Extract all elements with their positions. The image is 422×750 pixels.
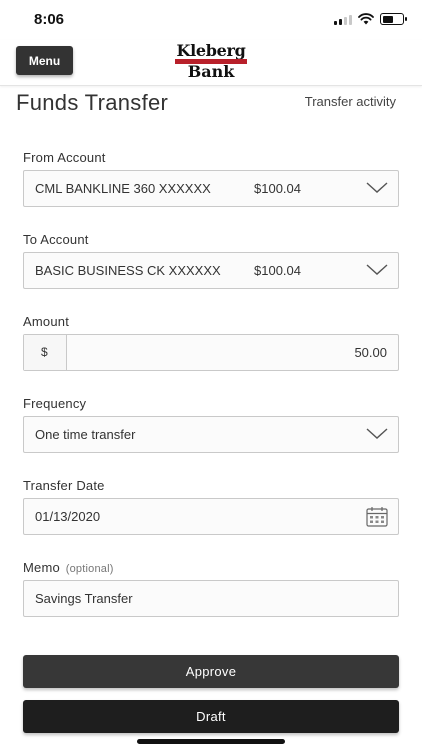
currency-symbol: $ xyxy=(41,345,48,359)
currency-addon: $ xyxy=(24,335,67,370)
memo-label: Memo (optional) xyxy=(23,560,114,575)
chevron-down-icon xyxy=(366,182,388,193)
draft-button[interactable]: Draft xyxy=(23,700,399,733)
from-account-label: From Account xyxy=(23,150,106,165)
wifi-icon xyxy=(358,13,374,25)
from-account-select[interactable]: CML BANKLINE 360 XXXXXX $100.04 xyxy=(23,170,399,207)
frequency-select[interactable]: One time transfer xyxy=(23,416,399,453)
to-account-label: To Account xyxy=(23,232,89,247)
transfer-date-value: 01/13/2020 xyxy=(35,509,101,524)
frequency-value: One time transfer xyxy=(35,427,136,442)
approve-button[interactable]: Approve xyxy=(23,655,399,688)
transfer-date-input[interactable]: 01/13/2020 xyxy=(23,498,399,535)
status-icons xyxy=(334,13,407,25)
from-account-balance: $100.04 xyxy=(254,181,301,196)
amount-value: 50.00 xyxy=(354,345,387,360)
from-account-name: CML BANKLINE 360 XXXXXX xyxy=(35,181,211,196)
page-title: Funds Transfer xyxy=(16,90,169,115)
home-indicator xyxy=(137,739,285,744)
to-account-name: BASIC BUSINESS CK XXXXXX xyxy=(35,263,221,278)
kleberg-bank-logo: Kleberg Bank xyxy=(175,41,247,81)
transfer-activity-link[interactable]: Transfer activity xyxy=(305,94,396,109)
chevron-down-icon xyxy=(366,264,388,275)
menu-button[interactable]: Menu xyxy=(16,46,73,75)
amount-input[interactable]: $ 50.00 xyxy=(23,334,399,371)
calendar-icon[interactable] xyxy=(366,506,388,527)
status-time: 8:06 xyxy=(34,11,65,28)
battery-icon xyxy=(380,13,407,25)
transfer-date-label: Transfer Date xyxy=(23,478,105,493)
amount-label: Amount xyxy=(23,314,70,329)
to-account-select[interactable]: BASIC BUSINESS CK XXXXXX $100.04 xyxy=(23,252,399,289)
status-bar: 8:06 xyxy=(0,0,422,40)
memo-value: Savings Transfer xyxy=(35,591,133,606)
app-header: Menu Kleberg Bank xyxy=(0,40,422,86)
memo-optional-note: (optional) xyxy=(65,563,114,575)
frequency-label: Frequency xyxy=(23,396,87,411)
memo-input[interactable]: Savings Transfer xyxy=(23,580,399,617)
to-account-balance: $100.04 xyxy=(254,263,301,278)
cellular-signal-icon xyxy=(334,14,352,25)
chevron-down-icon xyxy=(366,428,388,439)
